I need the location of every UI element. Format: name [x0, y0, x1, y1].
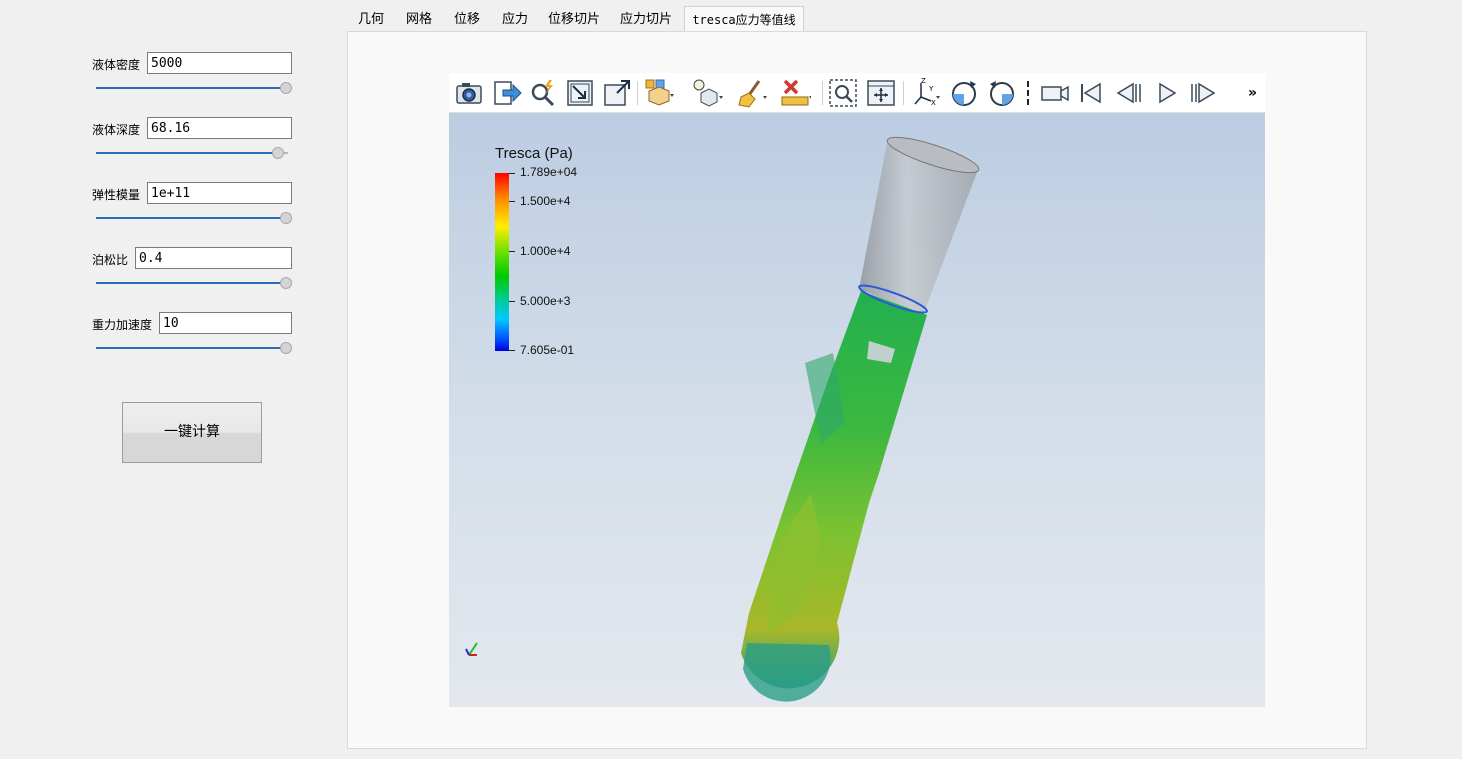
- depth-slider-handle[interactable]: [272, 147, 284, 159]
- svg-text:X: X: [931, 99, 936, 107]
- camera-icon[interactable]: [453, 77, 485, 109]
- gravity-input[interactable]: 10: [159, 312, 292, 334]
- light-icon[interactable]: [691, 77, 723, 109]
- density-label: 液体密度: [92, 58, 141, 72]
- legend-title: Tresca (Pa): [495, 145, 573, 162]
- gravity-label: 重力加速度: [92, 318, 153, 332]
- tab-stress-slice[interactable]: 应力切片: [617, 8, 675, 32]
- toolbar-separator: [903, 81, 904, 105]
- legend-tick: [509, 301, 515, 302]
- tab-stress[interactable]: 应力: [495, 8, 535, 32]
- tube-model: [741, 136, 980, 702]
- legend-tick: [509, 350, 515, 351]
- legend-label: 1.500e+4: [520, 194, 571, 208]
- legend-tick: [509, 201, 515, 202]
- legend-label: 1.000e+4: [520, 244, 571, 258]
- tab-geometry[interactable]: 几何: [351, 8, 391, 32]
- play-icon[interactable]: [1151, 77, 1183, 109]
- toolbar-separator: [1027, 81, 1029, 105]
- modulus-slider-handle[interactable]: [280, 212, 292, 224]
- find-data-icon[interactable]: [527, 77, 559, 109]
- toolbar-overflow-button[interactable]: »: [1248, 85, 1257, 101]
- axes-orient-icon[interactable]: ZYX: [909, 77, 941, 109]
- svg-text:Y: Y: [928, 85, 934, 93]
- gravity-slider-track: [96, 347, 286, 349]
- viewer-toolbar: ZYX »: [449, 73, 1265, 113]
- density-slider[interactable]: [96, 82, 292, 94]
- tab-displacement[interactable]: 位移: [447, 8, 487, 32]
- legend-color-bar: [495, 173, 509, 351]
- zoom-to-data-icon[interactable]: [601, 77, 633, 109]
- density-slider-track: [96, 87, 286, 89]
- first-frame-icon[interactable]: [1076, 77, 1108, 109]
- compute-button[interactable]: 一键计算: [122, 402, 262, 463]
- tab-displacement-slice[interactable]: 位移切片: [545, 8, 603, 32]
- gravity-slider[interactable]: [96, 342, 292, 354]
- density-slider-handle[interactable]: [280, 82, 292, 94]
- modulus-label: 弹性模量: [92, 188, 141, 202]
- depth-slider[interactable]: [96, 147, 290, 159]
- depth-input[interactable]: 68.16: [147, 117, 292, 139]
- depth-label: 液体深度: [92, 123, 141, 137]
- ruler-delete-icon[interactable]: [779, 77, 811, 109]
- last-frame-icon[interactable]: [1187, 77, 1219, 109]
- poisson-slider-track: [96, 282, 286, 284]
- render-view[interactable]: Tresca (Pa) 1.789e+04 1.500e+4 1.000e+4 …: [449, 113, 1265, 707]
- toolbar-separator: [822, 81, 823, 105]
- rotate-ccw-icon[interactable]: [986, 77, 1018, 109]
- gravity-slider-handle[interactable]: [280, 342, 292, 354]
- poisson-slider-handle[interactable]: [280, 277, 292, 289]
- clear-icon[interactable]: [735, 77, 767, 109]
- zoom-to-box-icon[interactable]: [827, 77, 859, 109]
- toolbar-separator: [637, 81, 638, 105]
- density-input[interactable]: 5000: [147, 52, 292, 74]
- interact-icon[interactable]: [865, 77, 897, 109]
- render-viewer: ZYX » Tresca (Pa) 1.789e+04 1.500e+4 1.0…: [449, 73, 1265, 707]
- tab-tresca-contour[interactable]: tresca应力等值线: [684, 6, 804, 31]
- legend-label-min: 7.605e-01: [520, 343, 575, 357]
- reset-camera-icon[interactable]: [564, 77, 596, 109]
- poisson-slider[interactable]: [96, 277, 292, 289]
- svg-text:Z: Z: [921, 77, 926, 85]
- legend-label: 5.000e+3: [520, 294, 571, 308]
- depth-slider-track: [96, 152, 278, 154]
- rotate-cw-icon[interactable]: [948, 77, 980, 109]
- tube-stress-body: [741, 284, 928, 702]
- legend-tick: [509, 173, 515, 174]
- modulus-input[interactable]: 1e+11: [147, 182, 292, 204]
- orientation-axes-icon: [465, 642, 478, 656]
- poisson-label: 泊松比: [92, 253, 129, 267]
- camera-record-icon[interactable]: [1039, 77, 1071, 109]
- modulus-slider-track: [96, 217, 286, 219]
- modulus-slider[interactable]: [96, 212, 292, 224]
- legend-label-max: 1.789e+04: [520, 165, 578, 179]
- poisson-input[interactable]: 0.4: [135, 247, 292, 269]
- prev-frame-icon[interactable]: [1113, 77, 1145, 109]
- split-view-icon[interactable]: [643, 77, 675, 109]
- legend-tick: [509, 251, 515, 252]
- export-icon[interactable]: [491, 77, 523, 109]
- tab-mesh[interactable]: 网格: [399, 8, 439, 32]
